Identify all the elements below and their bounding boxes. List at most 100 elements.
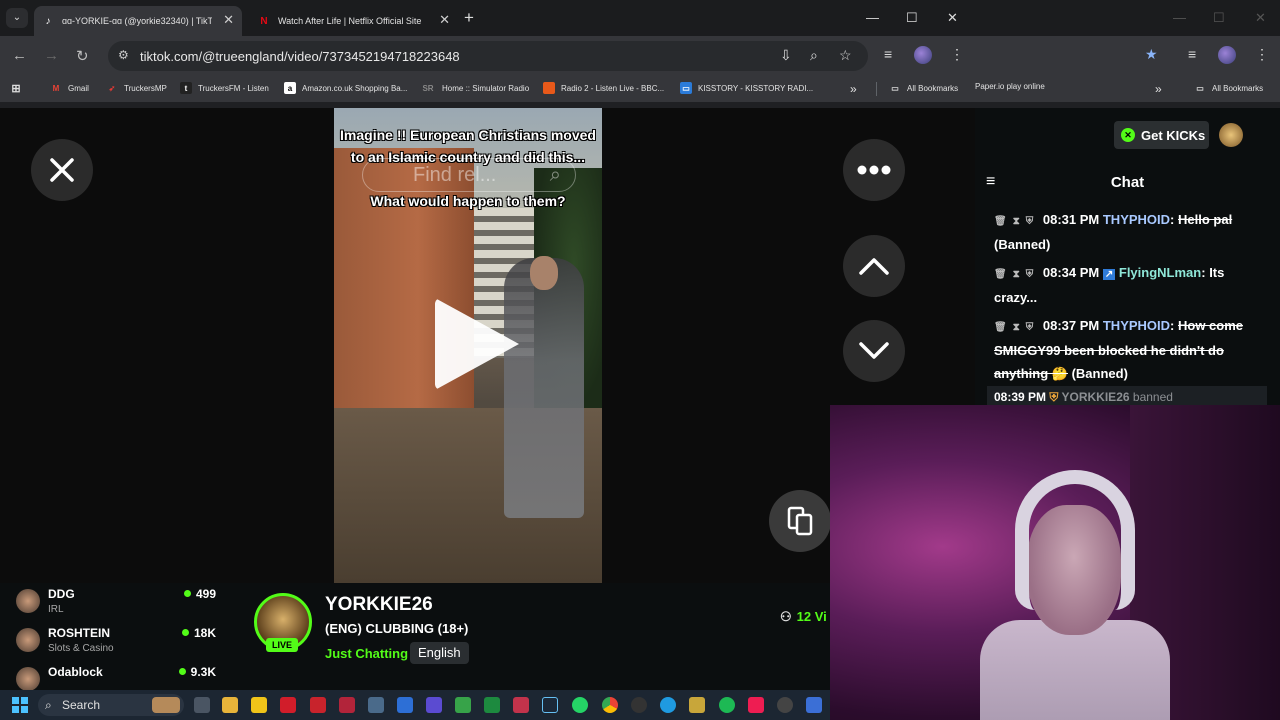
maximize-button[interactable]: ☐ bbox=[906, 10, 918, 26]
ban-icon[interactable]: ⛨ bbox=[1026, 216, 1034, 227]
app-icon[interactable] bbox=[310, 697, 326, 713]
media-control-icon[interactable]: ≡ bbox=[1188, 46, 1196, 62]
video-frame-head bbox=[530, 256, 558, 290]
app-icon[interactable] bbox=[397, 697, 413, 713]
bookmark-paperio[interactable]: Paper.io play online bbox=[975, 82, 1045, 91]
delete-icon[interactable]: 🗑 bbox=[994, 269, 1007, 280]
bookmark-simulator-radio[interactable]: SR Home :: Simulator Radio bbox=[420, 82, 529, 94]
site-info-icon[interactable]: ⚙ bbox=[118, 48, 129, 62]
file-explorer-icon[interactable] bbox=[222, 697, 238, 713]
all-bookmarks[interactable]: ▭ All Bookmarks bbox=[889, 82, 958, 94]
delete-icon[interactable]: 🗑 bbox=[994, 322, 1007, 333]
delete-icon[interactable]: 🗑 bbox=[994, 216, 1007, 227]
close-tab-icon[interactable]: ✕ bbox=[223, 12, 234, 28]
play-icon[interactable] bbox=[435, 298, 519, 390]
background-browser-window: — ☐ ✕ ★ ≡ ⋮ Paper.io play online » ▭ All … bbox=[975, 0, 1280, 108]
app-icon[interactable] bbox=[689, 697, 705, 713]
ban-icon[interactable]: ⛨ bbox=[1026, 322, 1034, 333]
more-options-button[interactable] bbox=[843, 139, 905, 201]
close-tab-icon[interactable]: ✕ bbox=[439, 12, 450, 28]
amazon-icon: a bbox=[284, 82, 296, 94]
app-icon[interactable] bbox=[806, 697, 822, 713]
app-icon[interactable] bbox=[777, 697, 793, 713]
address-bar[interactable]: ⚙ tiktok.com/@trueengland/video/73734521… bbox=[108, 41, 868, 71]
tab-netflix[interactable]: N Watch After Life | Netflix Official Si… bbox=[250, 6, 458, 36]
edge-icon[interactable] bbox=[660, 697, 676, 713]
app-icon[interactable] bbox=[339, 697, 355, 713]
bookmark-star-icon[interactable]: ☆ bbox=[839, 47, 852, 64]
next-video-button[interactable] bbox=[843, 320, 905, 382]
reload-icon[interactable]: ↻ bbox=[76, 47, 89, 65]
app-icon[interactable] bbox=[484, 697, 500, 713]
streamer-name[interactable]: YORKKIE26 bbox=[325, 594, 433, 616]
maximize-button[interactable]: ☐ bbox=[1213, 10, 1225, 26]
picture-in-picture-button[interactable] bbox=[769, 490, 831, 552]
bookmark-gmail[interactable]: M Gmail bbox=[50, 82, 89, 94]
video-player[interactable]: Imagine !! European Christians moved to … bbox=[334, 108, 602, 583]
bookmark-radio2[interactable]: Radio 2 - Listen Live - BBC... bbox=[543, 82, 664, 94]
stream-category[interactable]: Just Chatting bbox=[325, 646, 408, 661]
tiktok-icon[interactable] bbox=[748, 697, 764, 713]
more-bookmarks-icon[interactable]: » bbox=[850, 82, 857, 96]
app-icon[interactable] bbox=[513, 697, 529, 713]
close-video-button[interactable] bbox=[31, 139, 93, 201]
profile-avatar[interactable] bbox=[914, 46, 932, 64]
language-tag[interactable]: English bbox=[410, 642, 469, 664]
profile-avatar[interactable] bbox=[1218, 46, 1236, 64]
find-related-search[interactable]: Find rel... ⌕ bbox=[362, 158, 576, 192]
app-icon[interactable] bbox=[455, 697, 471, 713]
chat-title: Chat bbox=[1110, 174, 1145, 191]
bookmark-star-icon[interactable]: ★ bbox=[1145, 46, 1158, 63]
windows-start-icon[interactable] bbox=[12, 697, 28, 713]
app-icon[interactable] bbox=[426, 697, 442, 713]
bookmark-truckersfm[interactable]: t TruckersFM - Listen bbox=[180, 82, 269, 94]
previous-video-button[interactable] bbox=[843, 235, 905, 297]
close-window-button[interactable]: ✕ bbox=[1255, 10, 1266, 26]
kick-coin-icon: ✕ bbox=[1121, 128, 1135, 142]
tab-title: Watch After Life | Netflix Official Site bbox=[278, 16, 422, 26]
menu-icon[interactable]: ⋮ bbox=[1255, 46, 1269, 63]
toolbar: ★ ≡ ⋮ bbox=[975, 36, 1280, 76]
user-avatar[interactable] bbox=[1219, 123, 1243, 147]
tab-tiktok[interactable]: ♪ ɑɑ-YORKIE-ɑɑ (@yorkie32340) | TikTok ✕ bbox=[34, 6, 242, 36]
zoom-icon[interactable]: ⌕ bbox=[810, 47, 818, 64]
bookmark-amazon[interactable]: a Amazon.co.uk Shopping Ba... bbox=[284, 82, 407, 94]
close-window-button[interactable]: ✕ bbox=[947, 10, 958, 26]
bookmarks-divider bbox=[876, 82, 877, 96]
steam-icon[interactable] bbox=[542, 697, 558, 713]
forward-icon[interactable]: → bbox=[44, 47, 59, 64]
taskbar-search[interactable]: ⌕ Search bbox=[38, 694, 184, 716]
chat-username[interactable]: THYPHOID bbox=[1103, 212, 1170, 227]
spotify-icon[interactable] bbox=[719, 697, 735, 713]
chat-username[interactable]: THYPHOID bbox=[1103, 318, 1170, 333]
ban-icon[interactable]: ⛨ bbox=[1026, 269, 1034, 280]
truck-icon[interactable] bbox=[368, 697, 384, 713]
menu-icon[interactable]: ⋮ bbox=[950, 46, 964, 63]
apps-icon[interactable]: ⊞ bbox=[10, 82, 28, 95]
bookmark-kisstory[interactable]: ▭ KISSTORY - KISSTORY RADI... bbox=[680, 82, 813, 94]
all-bookmarks[interactable]: ▭ All Bookmarks bbox=[1194, 82, 1263, 94]
back-icon[interactable]: ← bbox=[12, 47, 27, 64]
timeout-icon[interactable]: ⧗ bbox=[1013, 322, 1020, 333]
minimize-button[interactable]: — bbox=[1173, 10, 1186, 25]
install-app-icon[interactable]: ⇩ bbox=[780, 47, 792, 64]
bookmark-truckersmp[interactable]: ➶ TruckersMP bbox=[106, 82, 167, 94]
whatsapp-icon[interactable] bbox=[572, 697, 588, 713]
new-tab-button[interactable]: + bbox=[464, 8, 474, 28]
timeout-icon[interactable]: ⧗ bbox=[1013, 269, 1020, 280]
netflix-icon[interactable] bbox=[280, 697, 296, 713]
tab-search-button[interactable]: ⌄ bbox=[6, 8, 28, 28]
chat-username[interactable]: FlyingNLman bbox=[1119, 265, 1201, 280]
more-bookmarks-icon[interactable]: » bbox=[1155, 82, 1162, 96]
media-control-icon[interactable]: ≡ bbox=[884, 46, 892, 62]
sidebar-channel[interactable]: ROSHTEIN Slots & Casino 18K bbox=[16, 626, 216, 664]
get-kicks-button[interactable]: ✕ Get KICKs bbox=[1114, 121, 1209, 149]
timeout-icon[interactable]: ⧗ bbox=[1013, 216, 1020, 227]
app-icon[interactable] bbox=[251, 697, 267, 713]
simulator-radio-icon: SR bbox=[422, 83, 434, 93]
app-icon[interactable] bbox=[631, 697, 647, 713]
task-view-icon[interactable] bbox=[194, 697, 210, 713]
minimize-button[interactable]: — bbox=[866, 10, 879, 25]
sidebar-channel[interactable]: DDG IRL 499 bbox=[16, 587, 216, 625]
chrome-icon[interactable] bbox=[602, 697, 618, 713]
